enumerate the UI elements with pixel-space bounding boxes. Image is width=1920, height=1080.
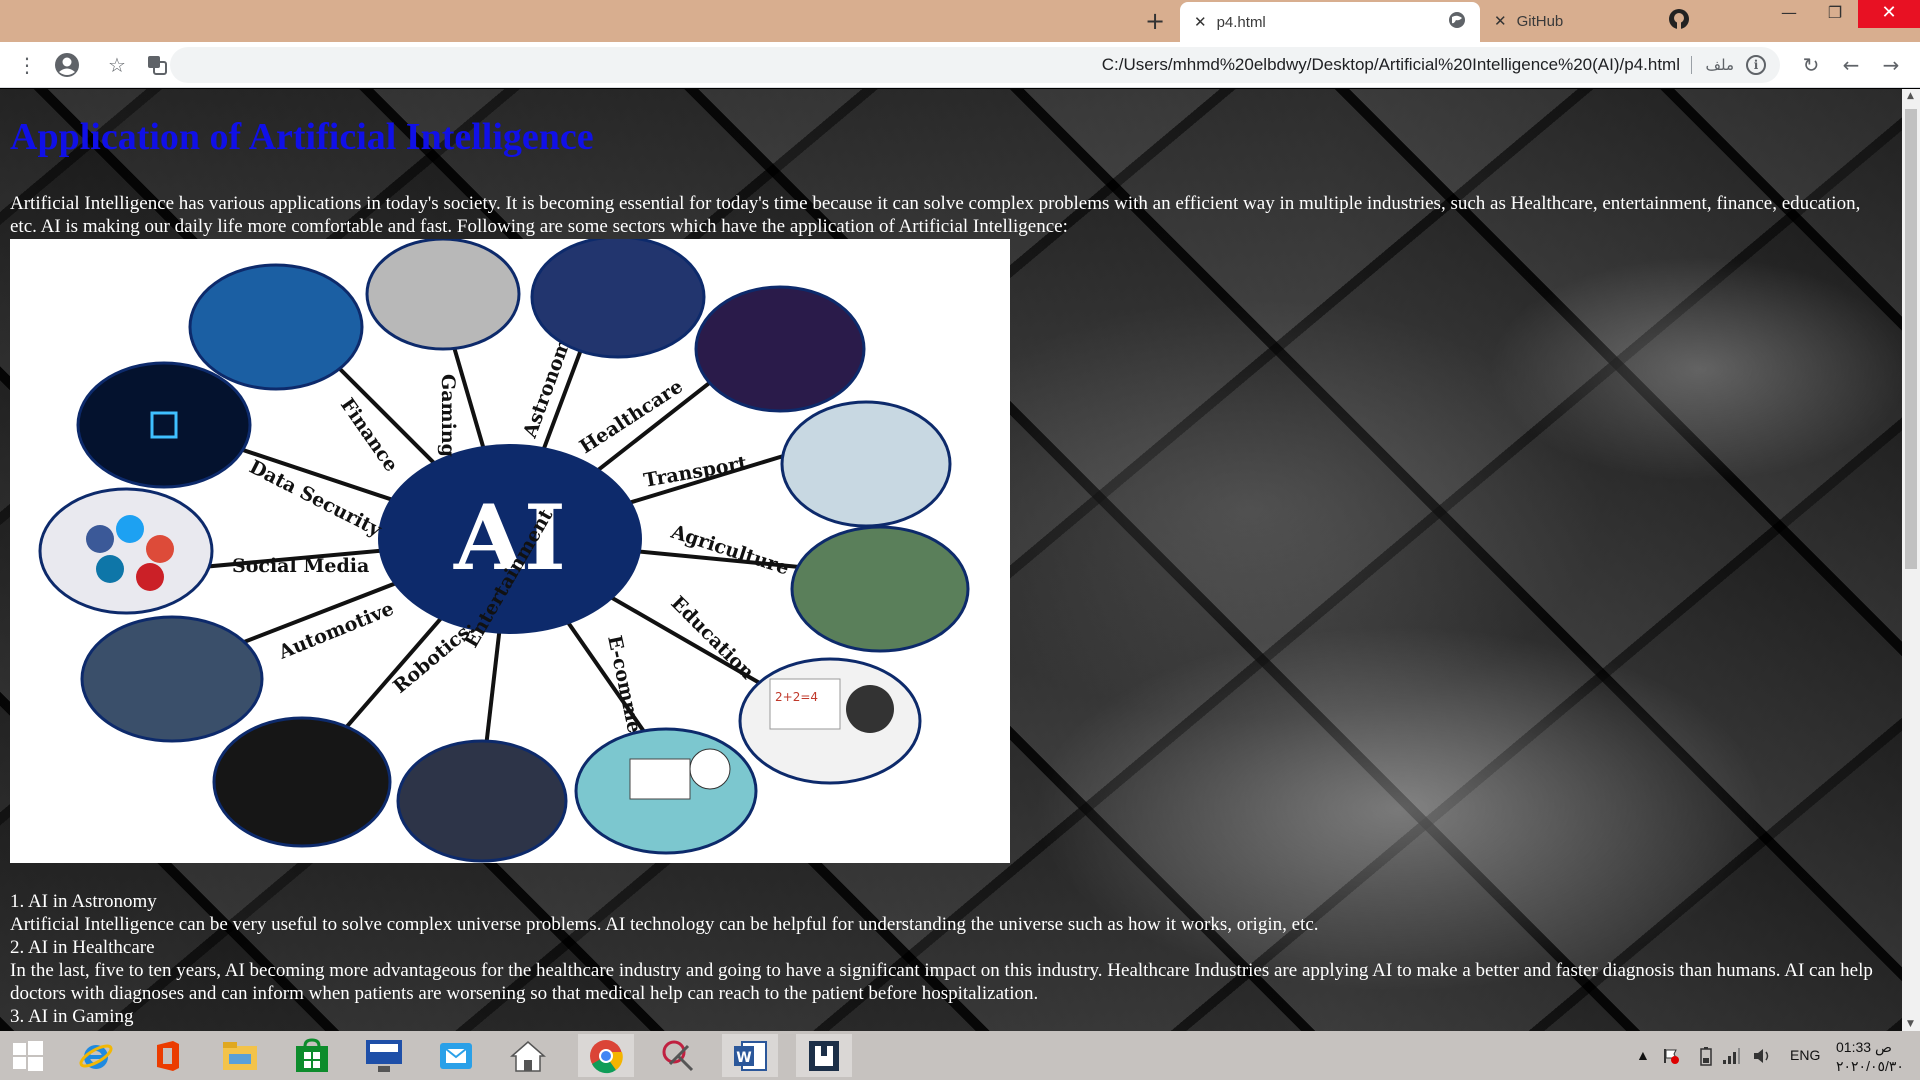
entertainment-image — [396, 739, 568, 863]
intro-paragraph: Artificial Intelligence has various appl… — [10, 193, 1861, 237]
close-window-button[interactable]: ✕ — [1858, 0, 1920, 28]
office-icon[interactable] — [140, 1034, 196, 1077]
slate-text: 2+2=4 — [775, 690, 818, 704]
tab-p4[interactable]: ✕ p4.html — [1180, 2, 1480, 42]
section-heading: 1. AI in Astronomy — [10, 891, 157, 912]
finance-image — [188, 263, 364, 391]
tab-title: GitHub — [1516, 12, 1564, 30]
transport-image — [780, 400, 952, 528]
word-icon[interactable]: W — [722, 1034, 778, 1077]
snipping-tool-icon[interactable] — [650, 1034, 706, 1077]
section-heading: 3. AI in Gaming — [10, 1006, 134, 1027]
lenovo-icon[interactable] — [356, 1034, 412, 1077]
astronomy-image — [530, 235, 706, 359]
gaming-image — [365, 237, 521, 351]
bookmark-star-icon[interactable]: ☆ — [102, 50, 132, 80]
file-explorer-icon[interactable] — [212, 1034, 268, 1077]
robotics-image — [212, 716, 392, 848]
battery-icon[interactable] — [1700, 1031, 1712, 1080]
scroll-down-icon[interactable]: ▼ — [1907, 1019, 1914, 1029]
spoke-label: Social Media — [232, 555, 369, 577]
ai-applications-image: AI Finance Gaming Astronomy Healthcare T… — [10, 235, 1010, 863]
home-icon[interactable] — [500, 1034, 556, 1077]
scroll-up-icon[interactable]: ▲ — [1907, 91, 1914, 101]
translate-icon[interactable] — [142, 50, 172, 80]
spoke-label: Gaming — [437, 374, 459, 457]
address-bar[interactable]: C:/Users/mhmd%20elbdwy/Desktop/Artificia… — [170, 47, 1780, 83]
reload-icon[interactable]: ↻ — [1796, 50, 1826, 80]
internet-explorer-icon[interactable] — [68, 1034, 124, 1077]
mail-icon[interactable] — [428, 1034, 484, 1077]
chrome-icon[interactable] — [578, 1034, 634, 1077]
network-signal-icon[interactable] — [1722, 1031, 1740, 1080]
section-text: In the last, five to ten years, AI becom… — [10, 960, 1873, 1004]
page-viewport: Application of Artificial Intelligence A… — [0, 89, 1902, 1031]
new-tab-button[interactable]: + — [1140, 6, 1170, 36]
section-text: Artificial Intelligence can be very usef… — [10, 914, 1319, 935]
healthcare-image — [694, 285, 866, 413]
page-title: Application of Artificial Intelligence — [10, 116, 594, 158]
maximize-button[interactable]: ❐ — [1812, 0, 1858, 28]
flag-alert-icon[interactable] — [1662, 1031, 1680, 1080]
agriculture-image — [790, 525, 970, 653]
app-frame-icon[interactable] — [796, 1034, 852, 1077]
github-icon — [1668, 8, 1690, 34]
site-label: ملف — [1705, 56, 1734, 74]
url-text[interactable]: C:/Users/mhmd%20elbdwy/Desktop/Artificia… — [1102, 47, 1680, 83]
scroll-thumb[interactable] — [1905, 109, 1917, 569]
close-icon[interactable]: ✕ — [1494, 12, 1507, 30]
close-icon[interactable]: ✕ — [1194, 13, 1207, 31]
store-icon[interactable] — [284, 1034, 340, 1077]
spoke-label: Transport — [642, 452, 749, 492]
vertical-scrollbar[interactable]: ▲ ▼ — [1902, 89, 1920, 1031]
back-arrow-icon[interactable]: ← — [1836, 50, 1866, 80]
show-hidden-icons[interactable]: ▲ — [1636, 1031, 1650, 1080]
divider — [1691, 56, 1692, 74]
forward-arrow-icon[interactable]: → — [1876, 50, 1906, 80]
tab-github[interactable]: ✕ GitHub — [1480, 0, 1700, 42]
section-heading: 2. AI in Healthcare — [10, 937, 155, 958]
spoke-label: Agriculture — [668, 521, 792, 580]
clock-time[interactable]: 01:33 ص — [1836, 1039, 1892, 1056]
data-security-image — [76, 361, 252, 489]
svg-text:W: W — [736, 1050, 751, 1066]
spoke-label: Data Security — [246, 456, 386, 542]
clock-date[interactable]: ٢٠٢٠/٠٥/٣٠ — [1836, 1058, 1904, 1075]
menu-icon[interactable]: ⋮ — [12, 50, 42, 80]
globe-icon — [1448, 11, 1466, 33]
windows-taskbar: W ▲ ENG 01:33 ص ٢٠٢٠/٠٥/٣٠ — [0, 1031, 1920, 1080]
info-icon[interactable]: i — [1746, 55, 1766, 75]
tab-title: p4.html — [1216, 13, 1266, 31]
language-indicator[interactable]: ENG — [1790, 1031, 1820, 1080]
browser-titlebar: + ✕ p4.html ✕ GitHub — ❐ ✕ — [0, 0, 1920, 42]
automotive-image — [80, 615, 264, 743]
windows-start-icon[interactable] — [0, 1034, 56, 1077]
spoke-label: Finance — [336, 394, 402, 476]
minimize-button[interactable]: — — [1766, 0, 1812, 28]
social-media-image — [38, 487, 214, 615]
browser-toolbar: ⋮ ☆ C:/Users/mhmd%20elbdwy/Desktop/Artif… — [0, 42, 1920, 88]
volume-icon[interactable] — [1752, 1031, 1772, 1080]
profile-icon[interactable] — [52, 50, 82, 80]
